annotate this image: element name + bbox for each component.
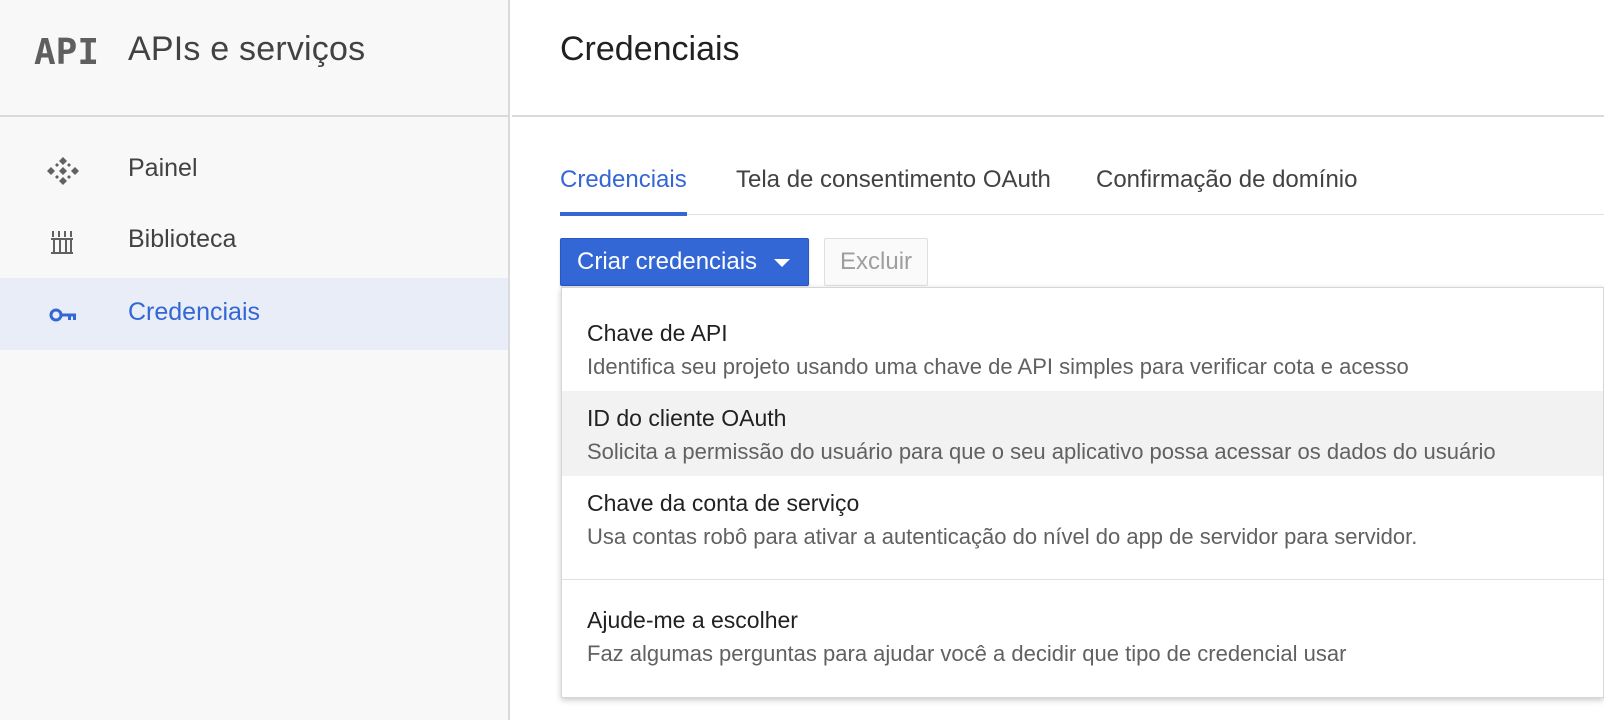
create-credentials-menu: Chave de API Identifica seu projeto usan… bbox=[561, 287, 1604, 698]
library-icon bbox=[51, 231, 73, 254]
sidebar-item-label: Credenciais bbox=[128, 298, 261, 326]
menu-divider bbox=[562, 579, 1603, 580]
sidebar-item-biblioteca[interactable]: Biblioteca bbox=[0, 205, 508, 277]
delete-button[interactable]: Excluir bbox=[824, 238, 928, 286]
sidebar-item-label: Painel bbox=[128, 154, 198, 182]
menu-item-description: Solicita a permissão do usuário para que… bbox=[587, 439, 1496, 464]
menu-item-description: Identifica seu projeto usando uma chave … bbox=[587, 354, 1409, 379]
menu-item-title: Chave de API bbox=[587, 320, 728, 346]
menu-item-api-key[interactable]: Chave de API Identifica seu projeto usan… bbox=[562, 306, 1603, 391]
page-title: Credenciais bbox=[560, 30, 740, 68]
create-credentials-label: Criar credenciais bbox=[577, 248, 758, 275]
sidebar-header: API APIs e serviços bbox=[0, 0, 508, 117]
key-icon bbox=[49, 308, 76, 322]
tab-oauth-consent[interactable]: Tela de consentimento OAuth bbox=[736, 166, 1051, 215]
menu-item-description: Faz algumas perguntas para ajudar você a… bbox=[587, 641, 1347, 666]
menu-item-title: Ajude-me a escolher bbox=[587, 607, 798, 633]
caret-down-icon bbox=[774, 259, 790, 267]
tab-bar: Credenciais Tela de consentimento OAuth … bbox=[560, 160, 1604, 216]
tab-domain-verification[interactable]: Confirmação de domínio bbox=[1096, 166, 1357, 215]
tab-credenciais[interactable]: Credenciais bbox=[560, 166, 687, 216]
menu-item-service-account-key[interactable]: Chave da conta de serviço Usa contas rob… bbox=[562, 476, 1603, 561]
sidebar-title: APIs e serviços bbox=[128, 30, 366, 68]
menu-item-oauth-client-id[interactable]: ID do cliente OAuth Solicita a permissão… bbox=[562, 391, 1603, 476]
dashboard-icon bbox=[47, 157, 79, 185]
sidebar-item-credenciais[interactable]: Credenciais bbox=[0, 278, 508, 350]
sidebar-item-painel[interactable]: Painel bbox=[0, 134, 508, 206]
menu-item-description: Usa contas robô para ativar a autenticaç… bbox=[587, 524, 1418, 549]
main-header: Credenciais bbox=[512, 0, 1604, 117]
svg-text:API: API bbox=[34, 33, 98, 69]
api-logo: API bbox=[34, 33, 98, 69]
sidebar: API APIs e serviços Painel Biblioteca Cr… bbox=[0, 0, 510, 720]
create-credentials-button[interactable]: Criar credenciais bbox=[560, 238, 809, 286]
menu-item-help-me-choose[interactable]: Ajude-me a escolher Faz algumas pergunta… bbox=[562, 593, 1603, 678]
menu-item-title: ID do cliente OAuth bbox=[587, 405, 787, 431]
sidebar-item-label: Biblioteca bbox=[128, 225, 237, 253]
delete-label: Excluir bbox=[840, 248, 913, 275]
menu-item-title: Chave da conta de serviço bbox=[587, 490, 860, 516]
